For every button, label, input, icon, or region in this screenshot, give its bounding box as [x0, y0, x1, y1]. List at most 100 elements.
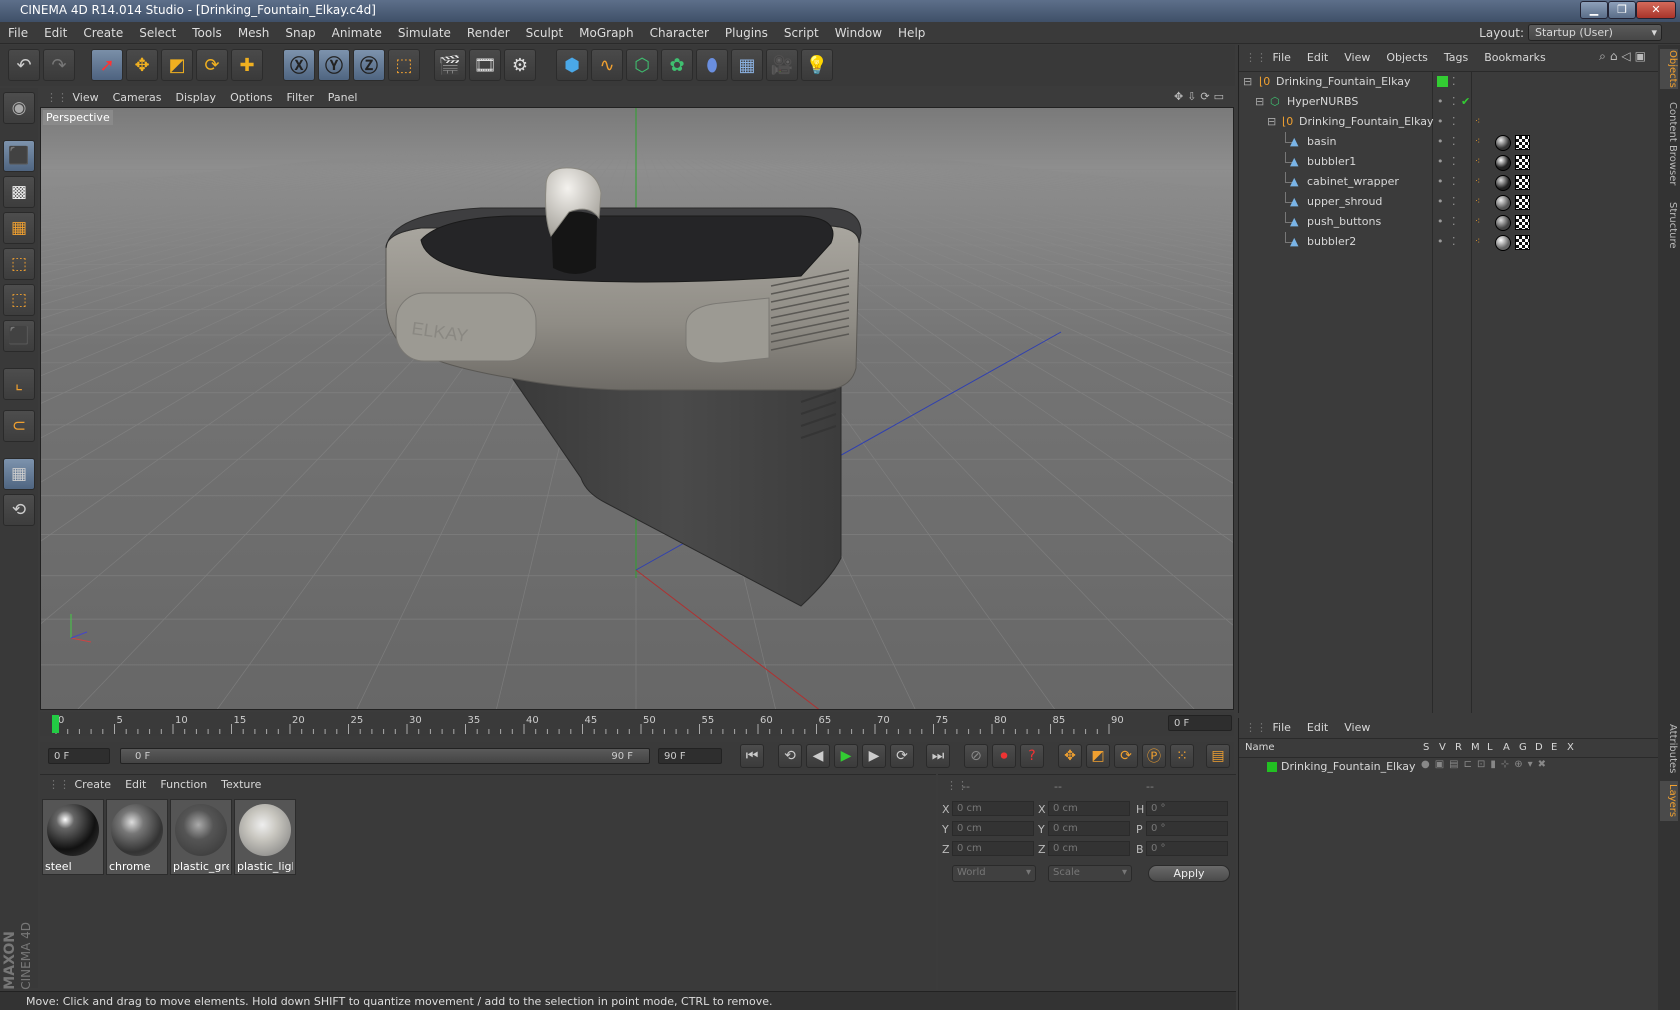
- viewport-nav-icons[interactable]: ✥⇩⟳▭: [1174, 90, 1228, 103]
- layer-col-manager[interactable]: M: [1471, 742, 1480, 753]
- collapse-icon[interactable]: ⊟: [1243, 72, 1252, 92]
- phong-tag-icon[interactable]: ⁖: [1475, 192, 1480, 212]
- cube-icon[interactable]: ⬢: [556, 49, 588, 81]
- timeline-window-icon[interactable]: ▤: [1206, 744, 1230, 768]
- rotation-b-field[interactable]: 0 °: [1146, 841, 1228, 856]
- viewport-menu-options[interactable]: Options: [223, 88, 279, 107]
- material-tag-icon[interactable]: [1495, 195, 1511, 211]
- y-axis-icon[interactable]: Ⓨ: [318, 49, 350, 81]
- tab-layers[interactable]: Layers: [1660, 781, 1678, 821]
- menu-character[interactable]: Character: [642, 22, 717, 44]
- material-swatch[interactable]: chrome: [106, 799, 168, 875]
- menu-help[interactable]: Help: [890, 22, 933, 44]
- layer-col-expressions[interactable]: E: [1551, 742, 1557, 753]
- object-row[interactable]: ▲ bubbler2 • ⁚ ⁖: [1239, 232, 1659, 252]
- layer-row[interactable]: Drinking_Fountain_Elkay ●▣▤⊏⊡▮⊹⊕▾✖: [1239, 758, 1658, 776]
- maximize-button[interactable]: ❐: [1608, 1, 1636, 19]
- coord-system-icon[interactable]: ⬚: [388, 49, 420, 81]
- autokey-icon[interactable]: ⏺: [992, 744, 1016, 768]
- prev-key-icon[interactable]: ⟲: [778, 744, 802, 768]
- layer-flag-icons[interactable]: ●▣▤⊏⊡▮⊹⊕▾✖: [1421, 759, 1551, 770]
- deformer-icon[interactable]: ⬮: [696, 49, 728, 81]
- points-mode-icon[interactable]: ⬚: [3, 248, 35, 280]
- key-rotation-icon[interactable]: ⟳: [1114, 744, 1138, 768]
- layer-color-swatch[interactable]: [1437, 76, 1448, 87]
- x-axis-icon[interactable]: Ⓧ: [283, 49, 315, 81]
- key-position-icon[interactable]: ✥: [1058, 744, 1082, 768]
- polygons-mode-icon[interactable]: ⬛: [3, 320, 35, 352]
- tab-content-browser[interactable]: Content Browser: [1660, 99, 1678, 189]
- next-frame-icon[interactable]: ▶: [862, 744, 886, 768]
- visibility-dots[interactable]: •: [1437, 212, 1444, 232]
- obj-menu-bookmarks[interactable]: Bookmarks: [1476, 45, 1553, 71]
- spline-icon[interactable]: ∿: [591, 49, 623, 81]
- current-frame-field[interactable]: 0 F: [1168, 715, 1232, 731]
- z-axis-icon[interactable]: Ⓩ: [353, 49, 385, 81]
- layer-col-xref[interactable]: X: [1567, 742, 1574, 753]
- tab-objects[interactable]: Objects: [1660, 49, 1678, 89]
- key-pla-icon[interactable]: ⁙: [1170, 744, 1194, 768]
- floor-icon[interactable]: ▦: [731, 49, 763, 81]
- phong-tag-icon[interactable]: ⁖: [1475, 212, 1480, 232]
- menu-simulate[interactable]: Simulate: [390, 22, 459, 44]
- search-icon[interactable]: ⌕⌂◁▣: [1599, 49, 1650, 64]
- play-icon[interactable]: ▶: [834, 744, 858, 768]
- material-menu-function[interactable]: Function: [153, 775, 214, 795]
- material-swatch[interactable]: plastic_ligh: [234, 799, 296, 875]
- material-tag-icon[interactable]: [1495, 215, 1511, 231]
- menu-plugins[interactable]: Plugins: [717, 22, 776, 44]
- uvw-tag-icon[interactable]: [1515, 135, 1530, 150]
- size-y-field[interactable]: 0 cm: [1048, 821, 1130, 836]
- phong-tag-icon[interactable]: ⁖: [1475, 232, 1480, 252]
- object-row[interactable]: ⊟ ⬡ HyperNURBS • ⁚ ✔: [1239, 92, 1659, 112]
- obj-menu-objects[interactable]: Objects: [1378, 45, 1436, 71]
- visibility-dots[interactable]: ⁚: [1452, 192, 1456, 212]
- playhead[interactable]: [52, 715, 59, 733]
- timeline-ruler[interactable]: 0 5 10 15 20 25 30 35 40 45 50 55 60 65 70 75 80 85 90 0 F: [40, 712, 1234, 736]
- menu-snap[interactable]: Snap: [277, 22, 323, 44]
- menu-sculpt[interactable]: Sculpt: [518, 22, 571, 44]
- next-key-icon[interactable]: ⟳: [890, 744, 914, 768]
- layer-col-solo[interactable]: S: [1423, 742, 1429, 753]
- start-frame-field[interactable]: 0 F: [48, 748, 110, 764]
- layer-menu-view[interactable]: View: [1336, 718, 1378, 738]
- viewport-menu-panel[interactable]: Panel: [321, 88, 365, 107]
- layout-select[interactable]: Startup (User) ▾: [1528, 24, 1662, 41]
- snap-icon[interactable]: ⟲: [3, 494, 35, 526]
- menu-file[interactable]: File: [0, 22, 36, 44]
- axis-mode-icon[interactable]: ⌞: [3, 368, 35, 400]
- object-row[interactable]: ▲ upper_shroud • ⁚ ⁖: [1239, 192, 1659, 212]
- visibility-dots[interactable]: ⁚: [1452, 72, 1456, 92]
- array-icon[interactable]: ✿: [661, 49, 693, 81]
- render-settings-icon[interactable]: ⚙: [504, 49, 536, 81]
- layer-col-generators[interactable]: G: [1519, 742, 1527, 753]
- material-swatch[interactable]: steel: [42, 799, 104, 875]
- rotation-p-field[interactable]: 0 °: [1146, 821, 1228, 836]
- phong-tag-icon[interactable]: ⁖: [1475, 152, 1480, 172]
- object-row[interactable]: ⊟ ⌊0 Drinking_Fountain_Elkay ⁚: [1239, 72, 1659, 92]
- visibility-dots[interactable]: ⁚: [1452, 232, 1456, 252]
- goto-end-icon[interactable]: ⏭: [926, 744, 950, 768]
- visibility-dots[interactable]: •: [1437, 192, 1444, 212]
- viewport-menu-cameras[interactable]: Cameras: [106, 88, 169, 107]
- visibility-dots[interactable]: ⁚: [1452, 212, 1456, 232]
- menu-script[interactable]: Script: [776, 22, 827, 44]
- menu-mograph[interactable]: MoGraph: [571, 22, 642, 44]
- visibility-dots[interactable]: •: [1437, 132, 1444, 152]
- collapse-icon[interactable]: ⊟: [1267, 112, 1276, 132]
- visibility-dots[interactable]: •: [1437, 172, 1444, 192]
- obj-menu-tags[interactable]: Tags: [1436, 45, 1476, 71]
- visibility-dots[interactable]: •: [1437, 112, 1444, 132]
- scale-select[interactable]: Scale ▾: [1048, 865, 1132, 882]
- visibility-dots[interactable]: •: [1437, 152, 1444, 172]
- edges-mode-icon[interactable]: ⬚: [3, 284, 35, 316]
- goto-start-icon[interactable]: ⏮: [740, 744, 764, 768]
- key-parameter-icon[interactable]: Ⓟ: [1142, 744, 1166, 768]
- uvw-tag-icon[interactable]: [1515, 195, 1530, 210]
- material-tag-icon[interactable]: [1495, 175, 1511, 191]
- position-y-field[interactable]: 0 cm: [952, 821, 1034, 836]
- make-editable-icon[interactable]: ◉: [3, 92, 35, 124]
- menu-tools[interactable]: Tools: [184, 22, 230, 44]
- object-row[interactable]: ▲ push_buttons • ⁚ ⁖: [1239, 212, 1659, 232]
- obj-menu-file[interactable]: File: [1265, 45, 1299, 71]
